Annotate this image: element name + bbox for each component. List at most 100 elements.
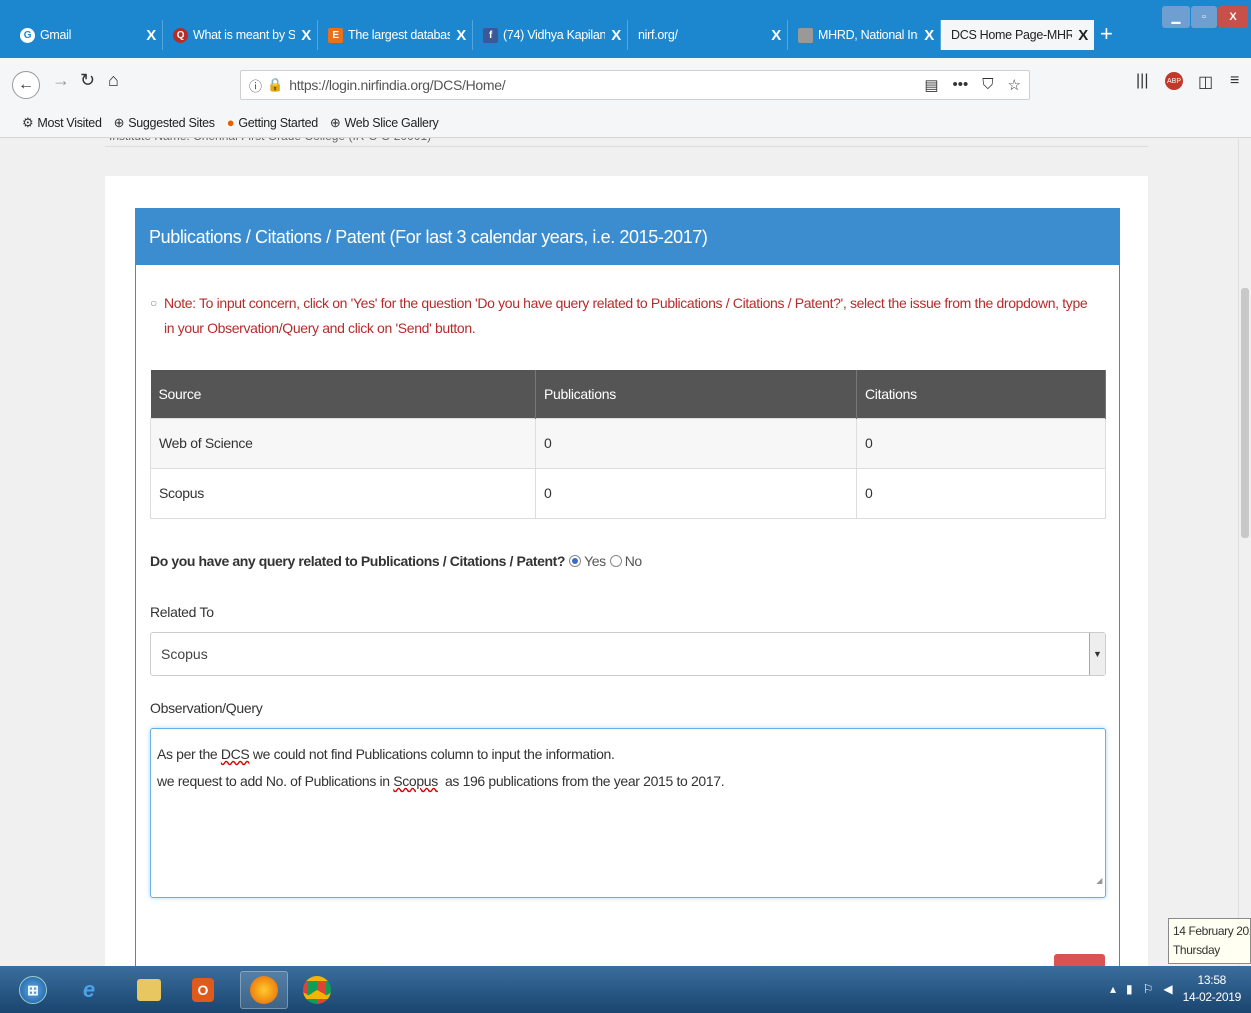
info-icon[interactable]: ⓘ [249,76,262,95]
radio-yes[interactable] [569,555,582,567]
windows-icon: ⊞ [19,976,47,1004]
back-icon[interactable]: ← [12,71,40,99]
observation-label: Observation/Query [150,700,263,716]
tab-close-icon[interactable]: X [146,27,156,44]
url-bar[interactable]: ⓘ 🔒 https://login.nirfindia.org/DCS/Home… [240,70,1030,100]
page-content: Institute Name: Chennai First Grade Coll… [0,138,1238,966]
library-icon[interactable]: ||| [1136,72,1148,90]
tab-elsevier[interactable]: E The largest database X [318,20,473,50]
new-tab-button[interactable]: + [1100,22,1113,46]
cell-source: Scopus [150,467,536,519]
maximize-icon[interactable]: ▫ [1191,6,1217,28]
nav-bar: ← → ↻ ⌂ ⓘ 🔒 https://login.nirfindia.org/… [0,58,1251,108]
tab-gmail[interactable]: G Gmail X [10,20,163,50]
menu-icon[interactable]: ≡ [1230,72,1239,90]
globe-icon: ⊕ [329,114,341,130]
office-icon: O [192,978,214,1002]
tab-nirf[interactable]: nirf.org/ X [628,20,788,50]
minimize-icon[interactable]: ▁ [1162,6,1190,28]
close-window-icon[interactable]: X [1218,6,1248,28]
table-row: Scopus 0 0 [150,467,1106,519]
scrollbar-thumb[interactable] [1241,288,1249,538]
tab-label: The largest database [348,28,451,42]
firefox-icon [250,976,278,1004]
send-button[interactable]: Send [1054,954,1105,966]
related-to-label: Related To [150,604,214,620]
page-scrollbar[interactable] [1238,138,1251,966]
cell-citations: 0 [856,467,1106,519]
gear-icon: ⚙ [22,114,34,130]
clock[interactable]: 13:58 14-02-2019 [1183,972,1242,1006]
sidebar-icon[interactable]: ◫ [1198,72,1213,92]
forward-icon[interactable]: → [52,70,70,91]
tab-close-icon[interactable]: X [924,27,934,44]
tab-quora[interactable]: Q What is meant by Sc X [163,20,318,50]
publications-table: Source Publications Citations Web of Sci… [150,370,1106,519]
col-source: Source [150,370,536,418]
taskbar-ie[interactable]: e [70,971,108,1009]
ie-icon: e [82,977,96,1002]
reload-icon[interactable]: ↻ [80,70,95,91]
tray-expand-icon[interactable]: ▴ [1110,982,1116,996]
cell-source: Web of Science [150,417,536,469]
facebook-icon: f [483,27,498,43]
tab-label: MHRD, National Insti [818,28,919,42]
taskbar-chrome[interactable] [298,971,336,1009]
reader-view-icon[interactable]: ▤ [924,76,938,94]
radio-no[interactable] [609,555,622,567]
bookmark-web-slice-gallery[interactable]: ⊕ Web Slice Gallery [330,115,439,131]
tab-dcs-active[interactable]: DCS Home Page-MHRD, X [941,20,1094,50]
tab-label: What is meant by Sc [193,28,296,42]
tab-close-icon[interactable]: X [456,27,466,44]
tab-strip: G Gmail X Q What is meant by Sc X E The … [0,0,1251,58]
tab-facebook[interactable]: f (74) Vidhya Kapilan - X [473,20,628,50]
pocket-icon[interactable]: ⛉ [982,76,993,94]
cell-publications: 0 [535,417,857,469]
related-to-value: Scopus [161,646,208,662]
folder-icon [137,979,161,1001]
query-question: Do you have any query related to Publica… [150,553,642,569]
page-actions-icon[interactable]: ••• [953,76,969,94]
bookmark-star-icon[interactable]: ☆ [1008,76,1021,94]
start-button[interactable]: ⊞ [14,971,52,1009]
tab-label: nirf.org/ [638,28,678,42]
tab-close-icon[interactable]: X [611,27,621,44]
action-center-icon[interactable]: ⚐ [1143,982,1154,996]
related-to-select[interactable]: Scopus ▼ [150,632,1106,676]
col-publications: Publications [535,370,857,418]
taskbar-explorer[interactable] [130,971,168,1009]
radio-no-label: No [624,553,643,569]
tab-label: (74) Vidhya Kapilan - [503,28,606,42]
bookmark-getting-started[interactable]: ● Getting Started [227,115,318,130]
adblock-icon[interactable]: ABP [1165,72,1183,90]
institute-strip: Institute Name: Chennai First Grade Coll… [105,138,1148,147]
chrome-icon [303,976,331,1004]
home-icon[interactable]: ⌂ [108,70,119,91]
resize-handle-icon[interactable]: ◢ [1096,867,1102,894]
tab-close-icon[interactable]: X [1078,27,1088,44]
chevron-down-icon[interactable]: ▼ [1089,633,1105,675]
tab-close-icon[interactable]: X [301,27,311,44]
url-text: https://login.nirfindia.org/DCS/Home/ [289,77,506,93]
taskbar-office[interactable]: O [184,971,222,1009]
col-citations: Citations [856,370,1106,418]
observation-textarea[interactable]: As per the DCS we could not find Publica… [150,728,1106,898]
taskbar-firefox[interactable] [240,971,288,1009]
table-row: Web of Science 0 0 [150,417,1106,469]
tab-mhrd[interactable]: MHRD, National Insti X [788,20,941,50]
quora-icon: Q [173,27,188,43]
note-text: ○ Note: To input concern, click on 'Yes'… [150,291,1090,341]
panel-title: Publications / Citations / Patent (For l… [136,209,1119,265]
gmail-icon: G [20,27,35,43]
bookmarks-bar: ⚙ Most Visited ⊕ Suggested Sites ● Getting … [0,108,1251,138]
tab-close-icon[interactable]: X [771,27,781,44]
lock-icon: 🔒 [267,77,284,92]
tab-label: DCS Home Page-MHRD, [951,28,1073,42]
bookmark-suggested-sites[interactable]: ⊕ Suggested Sites [114,115,215,131]
elsevier-icon: E [328,27,343,43]
volume-icon[interactable]: ◀ [1163,982,1172,996]
observation-line-2: we request to add No. of Publications in… [157,773,725,789]
globe-icon: ⊕ [113,114,125,130]
network-icon[interactable]: ▮ [1126,982,1133,996]
bookmark-most-visited[interactable]: ⚙ Most Visited [22,115,102,131]
